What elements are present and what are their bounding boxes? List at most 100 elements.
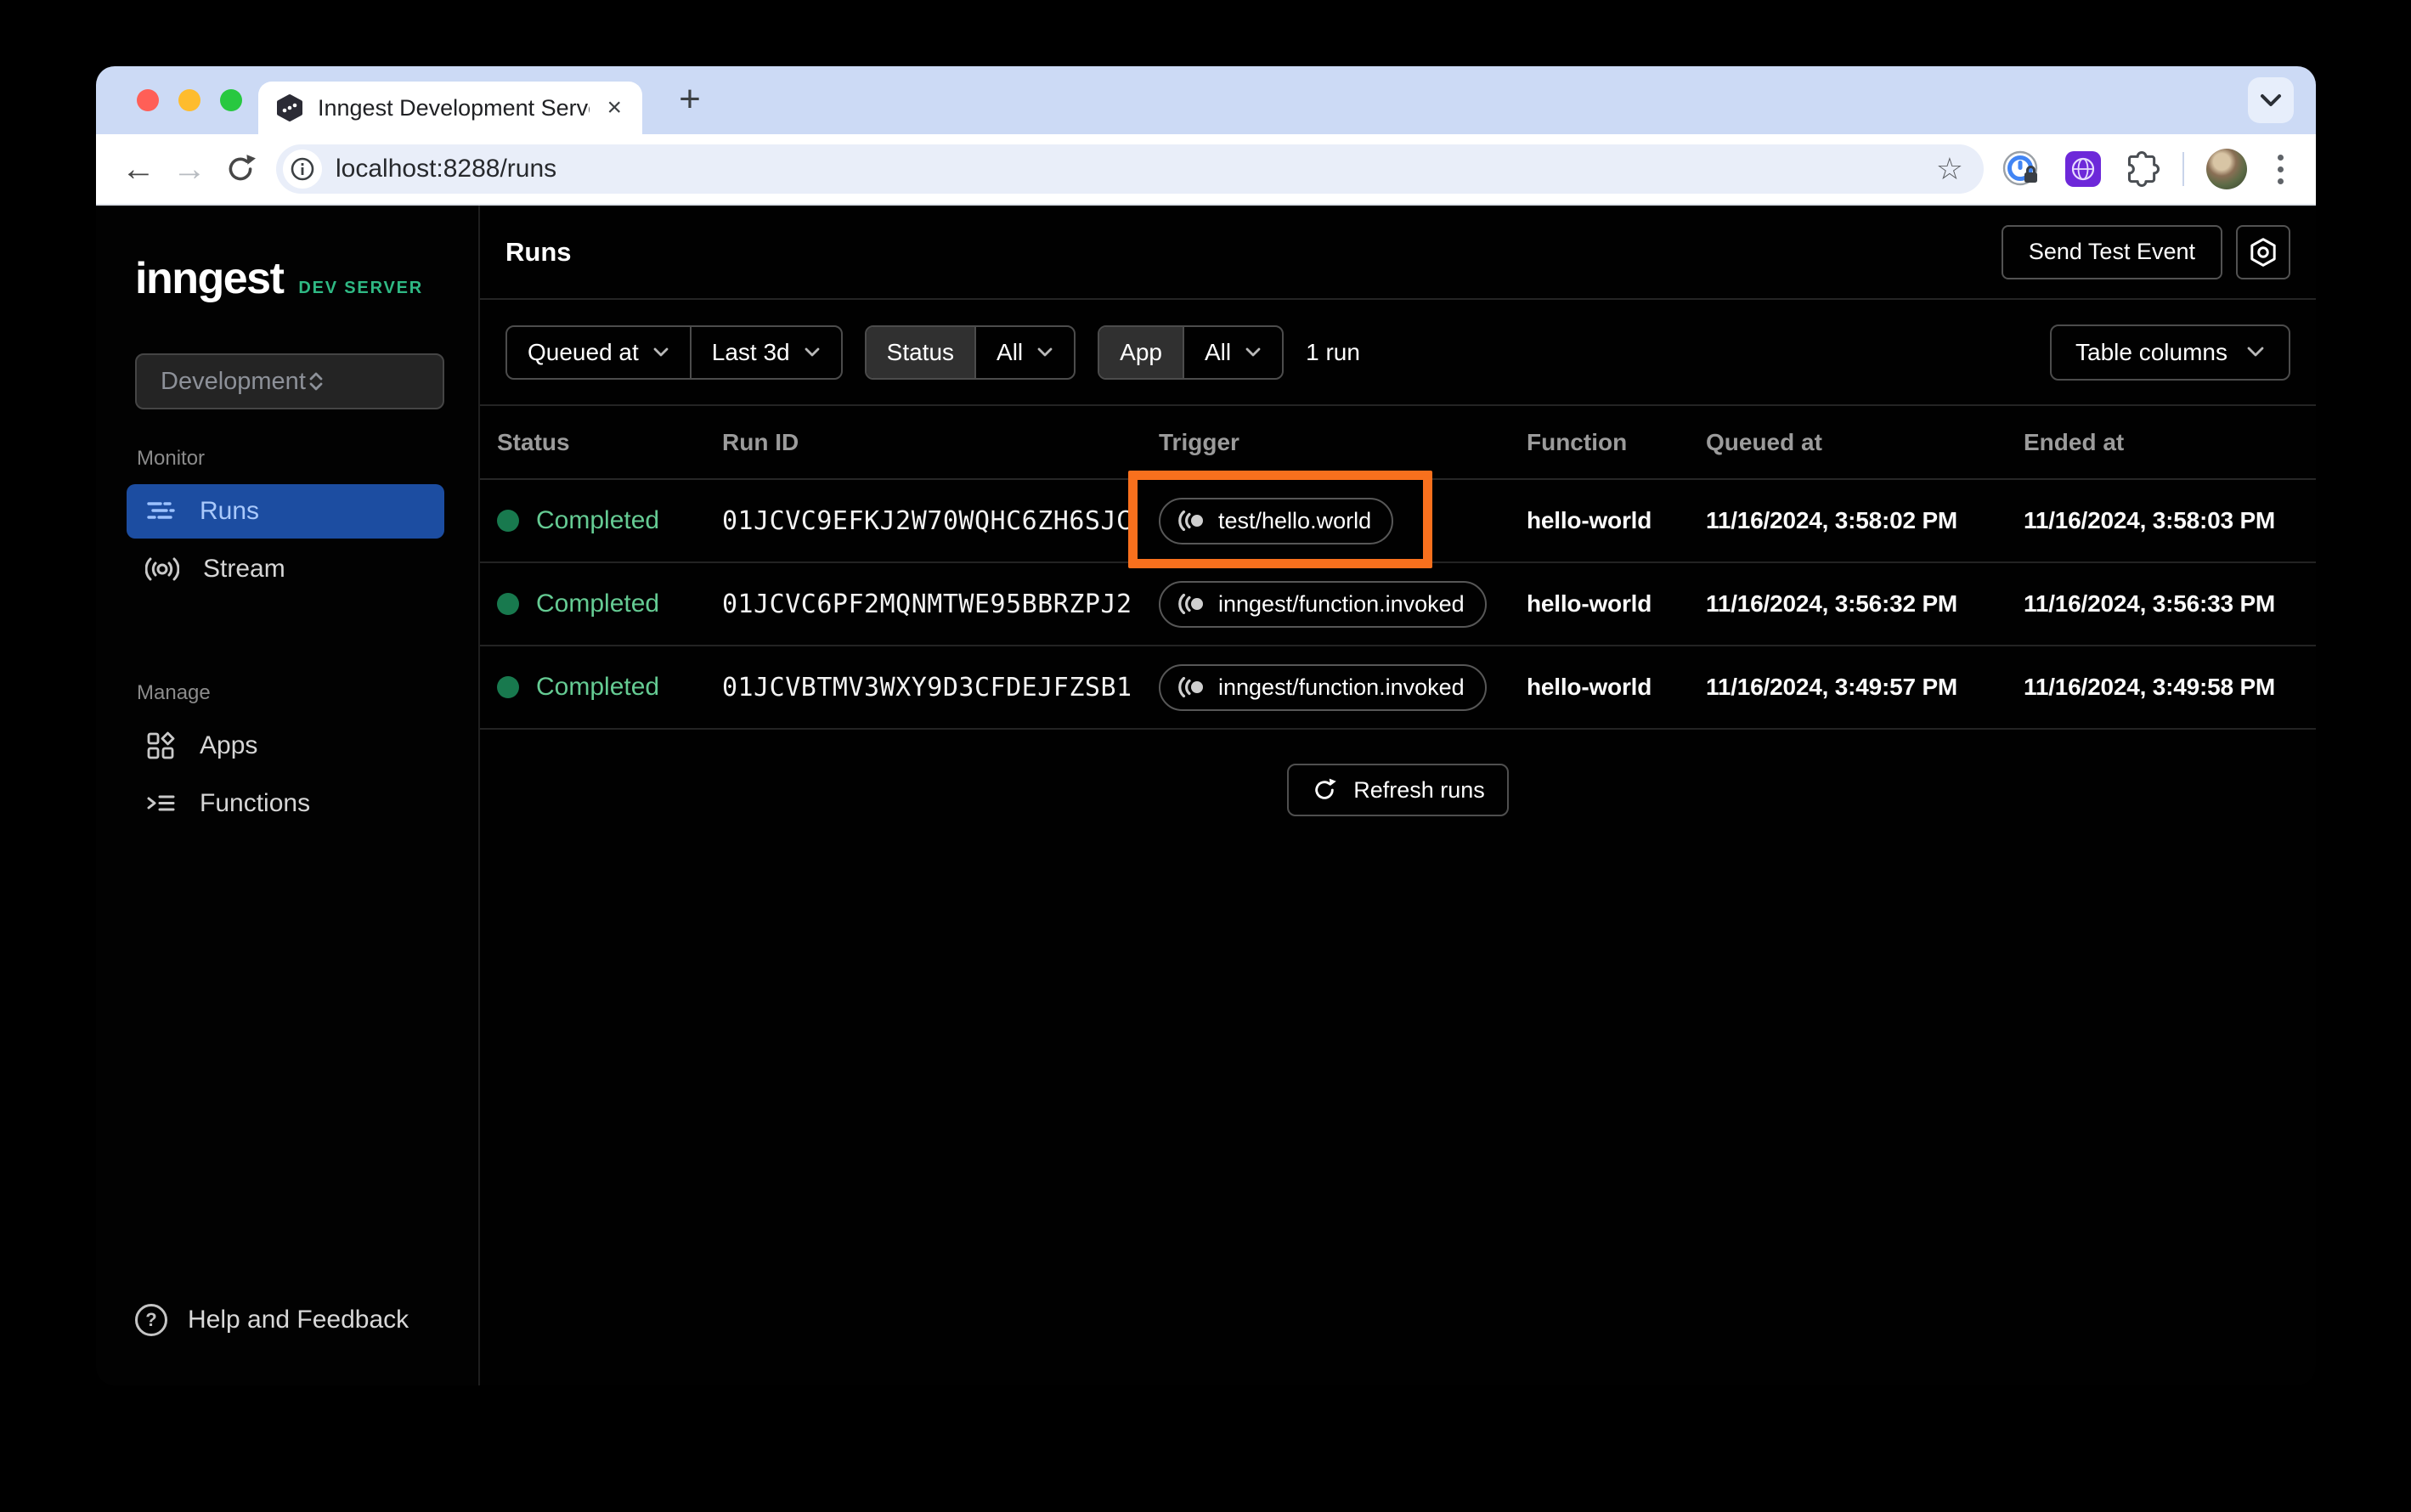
forward-icon[interactable]: → <box>164 152 215 186</box>
nav-section-label: Monitor <box>137 447 206 470</box>
status-filter-label: Status <box>866 326 975 378</box>
status-value: Completed <box>536 506 660 534</box>
table-row[interactable]: Completed 01JCVC9EFKJ2W70WQHC6ZH6SJC tes… <box>480 470 2316 568</box>
toolbar-divider <box>2182 152 2184 186</box>
inngest-favicon-icon <box>275 93 304 122</box>
tab-title: Inngest Development Server <box>318 94 590 121</box>
table-columns-button[interactable]: Table columns <box>2050 324 2290 381</box>
sidebar: inngest DEV SERVER Development Monitor R… <box>96 206 480 1385</box>
ended-at: 11/16/2024, 3:56:33 PM <box>2024 590 2276 617</box>
trigger-badge[interactable]: inngest/function.invoked <box>1159 580 1487 628</box>
url-text[interactable]: localhost:8288/runs <box>336 155 556 183</box>
trigger-name: test/hello.world <box>1218 507 1372 533</box>
logo-row: inngest DEV SERVER <box>96 206 478 304</box>
col-ended-at: Ended at <box>2024 428 2125 455</box>
runs-table: Status Run ID Trigger Function Queued at… <box>480 406 2316 816</box>
app-filter-dropdown[interactable]: All <box>1182 326 1282 378</box>
col-queued-at: Queued at <box>1706 428 1822 455</box>
run-id: 01JCVC6PF2MQNMTWE95BBRZPJ2 <box>722 589 1132 619</box>
trigger-badge[interactable]: test/hello.world <box>1159 497 1394 544</box>
web-extension-icon[interactable] <box>2064 150 2103 189</box>
help-and-feedback[interactable]: ? Help and Feedback <box>96 1304 478 1385</box>
app-filter-group: App All <box>1098 324 1285 380</box>
tab-strip: Inngest Development Server × + <box>96 66 2316 134</box>
status-value: Completed <box>536 673 660 701</box>
runs-icon <box>145 496 176 527</box>
browser-window: Inngest Development Server × + ← → local… <box>96 66 2316 1385</box>
functions-icon <box>145 788 176 819</box>
trigger-badge[interactable]: inngest/function.invoked <box>1159 663 1487 711</box>
trigger-name: inngest/function.invoked <box>1218 590 1465 617</box>
browser-tab[interactable]: Inngest Development Server × <box>258 82 642 134</box>
col-trigger: Trigger <box>1159 428 1239 455</box>
close-window-button[interactable] <box>137 89 159 111</box>
address-bar[interactable]: localhost:8288/runs ☆ <box>276 144 1984 194</box>
page-title: Runs <box>505 236 572 267</box>
extensions-puzzle-icon[interactable] <box>2125 151 2160 187</box>
chevron-down-icon <box>1037 347 1053 356</box>
queued-at: 11/16/2024, 3:58:02 PM <box>1706 507 1958 533</box>
run-id: 01JCVC9EFKJ2W70WQHC6ZH6SJC <box>722 505 1132 536</box>
run-id: 01JCVBTMV3WXY9D3CFDEJFZSB1 <box>722 672 1132 702</box>
status-dot-icon <box>497 593 519 615</box>
col-status: Status <box>497 428 570 455</box>
chevron-down-icon <box>2247 347 2264 357</box>
reload-icon[interactable] <box>215 153 266 185</box>
site-info-icon[interactable] <box>283 150 322 189</box>
sidebar-item-runs[interactable]: Runs <box>127 484 444 539</box>
zoom-window-button[interactable] <box>220 89 242 111</box>
table-row[interactable]: Completed 01JCVC6PF2MQNMTWE95BBRZPJ2 inn <box>480 563 2316 646</box>
event-pulse-icon <box>1178 594 1203 614</box>
queued-at: 11/16/2024, 3:49:57 PM <box>1706 674 1958 700</box>
app-filter-value: All <box>1204 338 1232 365</box>
col-run-id: Run ID <box>722 428 799 455</box>
function-name: hello-world <box>1527 507 1652 533</box>
environment-select[interactable]: Development <box>135 353 444 409</box>
event-pulse-icon <box>1178 511 1203 531</box>
minimize-window-button[interactable] <box>178 89 200 111</box>
chevron-down-icon <box>653 347 669 356</box>
run-count: 1 run <box>1306 338 1360 365</box>
bookmark-star-icon[interactable]: ☆ <box>1936 151 1963 187</box>
extensions-area <box>2001 149 2292 189</box>
sidebar-item-stream[interactable]: Stream <box>127 542 444 596</box>
queued-at: 11/16/2024, 3:56:32 PM <box>1706 590 1958 617</box>
tab-search-chevron-icon[interactable] <box>2248 77 2294 123</box>
col-function: Function <box>1527 428 1628 455</box>
sidebar-item-functions[interactable]: Functions <box>127 776 444 831</box>
app-filter-label: App <box>1099 326 1183 378</box>
tab-close-icon[interactable]: × <box>603 95 625 121</box>
browser-menu-icon[interactable] <box>2269 154 2292 184</box>
sidebar-item-apps[interactable]: Apps <box>127 719 444 773</box>
inngest-logo: inngest <box>135 254 285 303</box>
nav-section-monitor: Monitor Runs Stream <box>96 447 478 600</box>
time-field-dropdown[interactable]: Queued at <box>507 327 690 378</box>
back-icon[interactable]: ← <box>113 152 164 186</box>
settings-gear-button[interactable] <box>2236 224 2290 279</box>
status-filter-dropdown[interactable]: All <box>974 326 1074 378</box>
sidebar-item-label: Apps <box>200 731 258 759</box>
select-updown-chevron-icon <box>306 370 424 392</box>
function-name: hello-world <box>1527 674 1652 700</box>
refresh-icon <box>1315 778 1336 799</box>
time-range-dropdown[interactable]: Last 3d <box>689 326 841 378</box>
window-controls <box>137 89 242 111</box>
time-field-label: Queued at <box>528 338 639 365</box>
profile-avatar[interactable] <box>2206 149 2247 189</box>
send-test-event-button[interactable]: Send Test Event <box>2001 224 2222 279</box>
page-header: Runs Send Test Event <box>480 206 2316 300</box>
help-label: Help and Feedback <box>188 1306 409 1334</box>
new-tab-button[interactable]: + <box>667 76 713 122</box>
environment-select-value: Development <box>161 367 306 395</box>
nav-section-manage: Manage Apps Functions <box>96 681 478 834</box>
stream-icon <box>145 556 179 583</box>
sidebar-item-label: Functions <box>200 789 311 817</box>
dev-server-badge: DEV SERVER <box>298 279 423 297</box>
status-value: Completed <box>536 590 660 618</box>
table-row[interactable]: Completed 01JCVBTMV3WXY9D3CFDEJFZSB1 inn <box>480 646 2316 730</box>
app-content: inngest DEV SERVER Development Monitor R… <box>96 206 2316 1385</box>
ended-at: 11/16/2024, 3:58:03 PM <box>2024 507 2276 533</box>
time-range-value: Last 3d <box>711 338 790 365</box>
refresh-runs-button[interactable]: Refresh runs <box>1287 764 1509 816</box>
password-manager-extension-icon[interactable] <box>2001 149 2041 189</box>
